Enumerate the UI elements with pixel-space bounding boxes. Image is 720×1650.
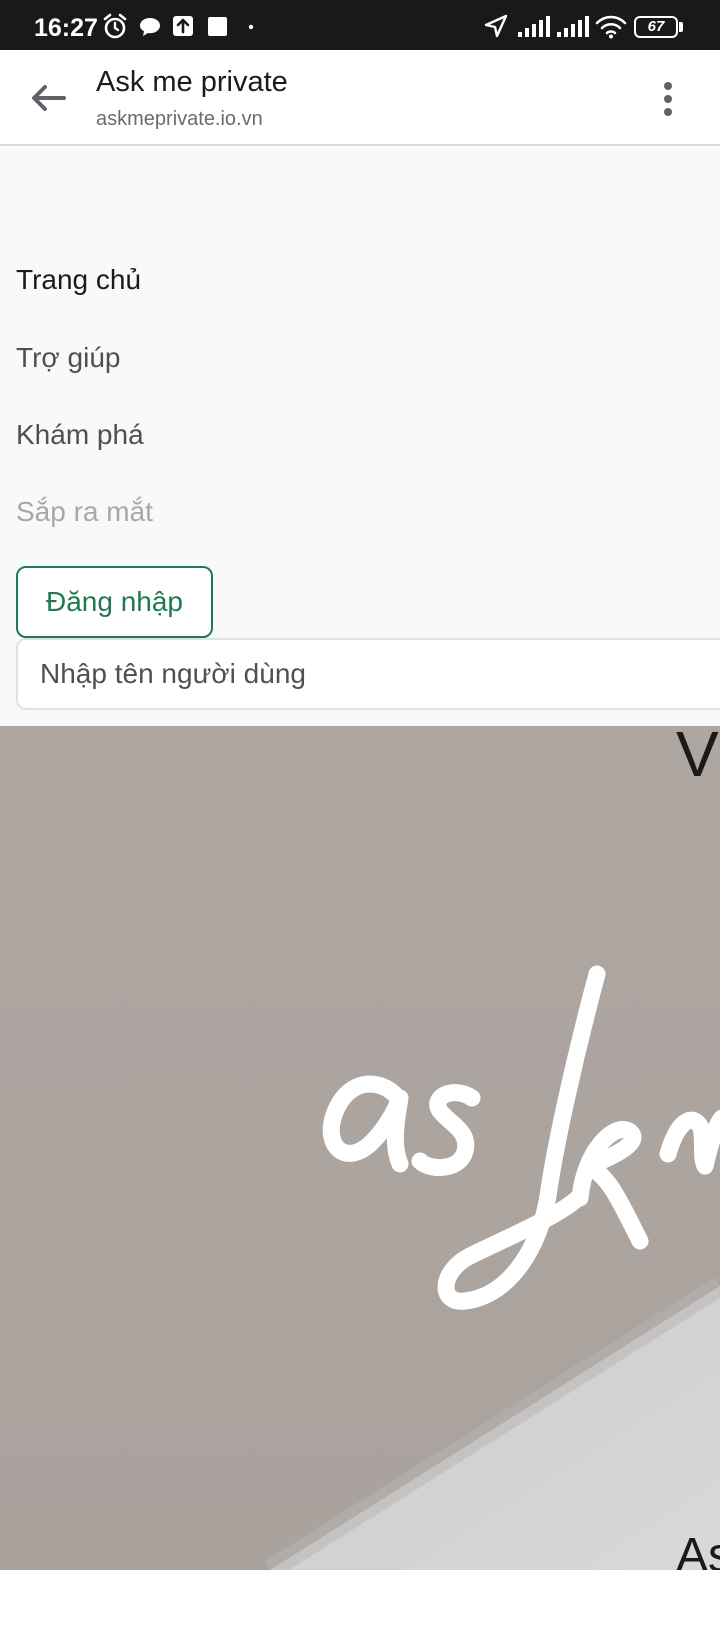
back-button[interactable]: [22, 72, 74, 124]
app-bar: Ask me private askmeprivate.io.vn: [0, 50, 720, 146]
dot-icon: [248, 24, 254, 30]
hero-top-text: V: [676, 726, 719, 790]
alarm-icon: [103, 13, 127, 39]
nav-item-coming-soon: Sắp ra mắt: [16, 496, 153, 527]
login-button[interactable]: Đăng nhập: [16, 566, 213, 638]
page-bottom-area: [0, 1570, 720, 1650]
hero-bottom-text: As: [676, 1529, 720, 1571]
status-bar: 16:27 67: [0, 0, 720, 50]
username-input[interactable]: Nhập tên người dùng: [16, 638, 720, 710]
battery-icon: 67: [634, 12, 684, 40]
arrow-left-icon: [32, 85, 66, 111]
signal-icon: [518, 16, 550, 37]
battery-level: 67: [647, 18, 665, 35]
page-title: Ask me private: [96, 66, 288, 98]
nav-item-home[interactable]: Trang chủ: [16, 264, 141, 296]
chat-bubble-icon: [140, 18, 160, 36]
page-url: askmeprivate.io.vn: [96, 108, 263, 130]
more-vert-icon: [664, 82, 672, 116]
hero-image: V As: [0, 726, 720, 1570]
more-options-button[interactable]: [646, 74, 690, 124]
hero-background: [0, 726, 720, 1570]
wifi-icon: [595, 15, 627, 39]
navigation-icon: [484, 14, 508, 38]
nav-item-help[interactable]: Trợ giúp: [16, 342, 120, 374]
signal-icon: [557, 16, 589, 37]
status-time: 16:27: [34, 14, 98, 42]
upload-icon: [173, 16, 193, 36]
nav-item-explore[interactable]: Khám phá: [16, 419, 144, 451]
square-icon: [208, 17, 227, 36]
main-content: Trang chủ Trợ giúp Khám phá Sắp ra mắt Đ…: [0, 148, 720, 726]
